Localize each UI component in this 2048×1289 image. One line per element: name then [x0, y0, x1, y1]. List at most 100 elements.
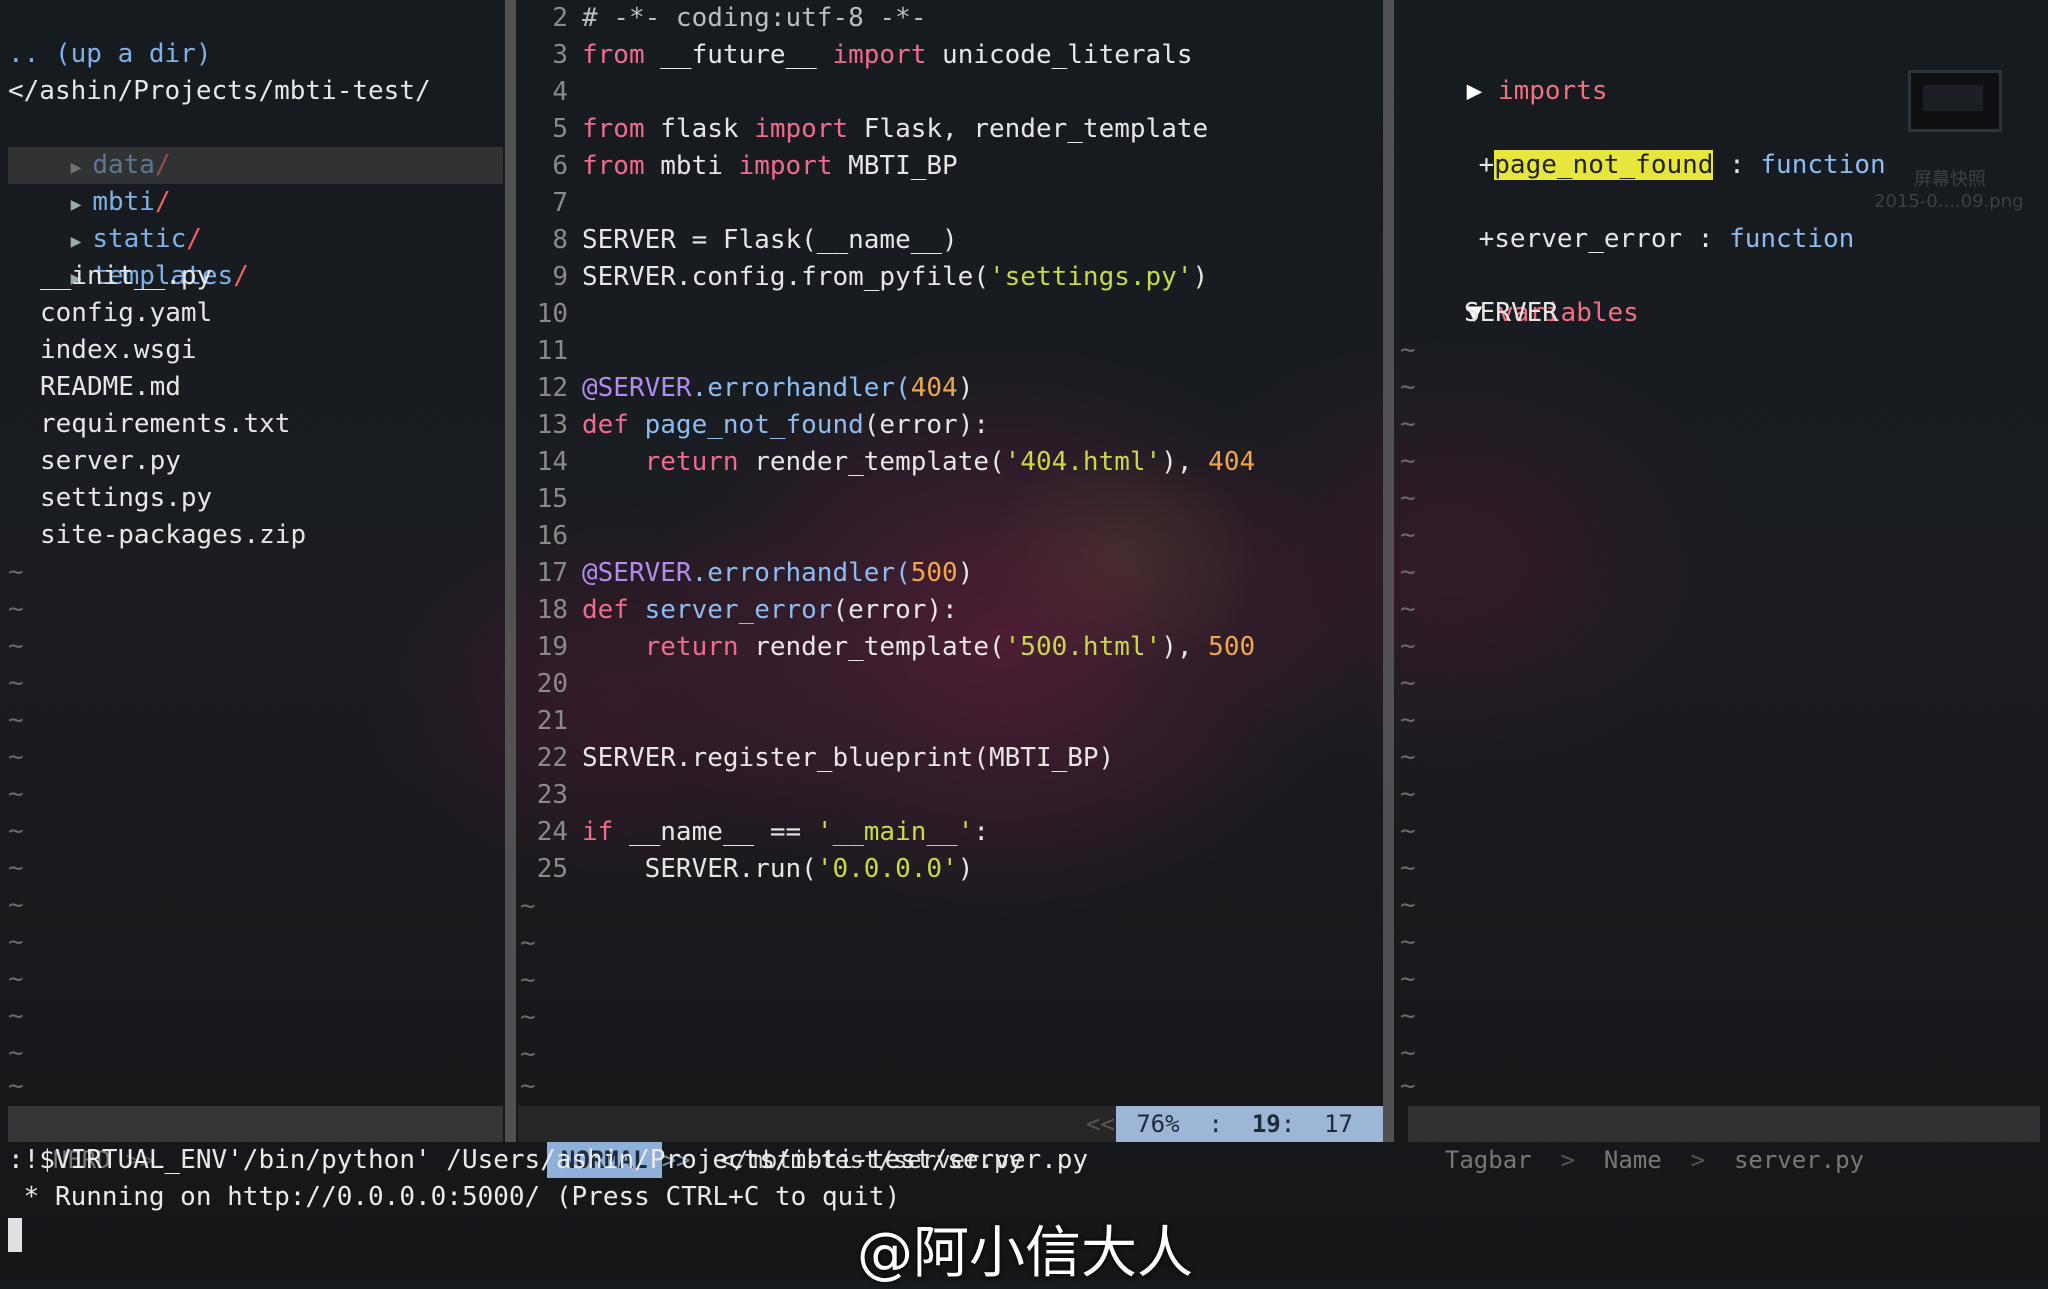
tree-file[interactable]: README.md [40, 369, 181, 406]
tree-file[interactable]: index.wsgi [40, 332, 197, 369]
line-number: 4 [552, 77, 568, 107]
empty-line-marker: ~ [1400, 446, 1416, 476]
empty-line-marker: ~ [1400, 372, 1416, 402]
tree-dir-templates[interactable]: ▶ templates/ [8, 221, 249, 291]
code-line[interactable]: 14 return render_template('404.html'), 4… [516, 444, 1255, 481]
code-line[interactable]: 23 [516, 777, 582, 814]
line-number: 25 [536, 854, 568, 884]
code-line[interactable]: 20 [516, 666, 582, 703]
code-function: .errorhandler( [691, 558, 911, 588]
tree-dir-static[interactable]: ▶ static/ [8, 184, 202, 254]
line-number: 15 [536, 484, 568, 514]
code-keyword: if [582, 817, 614, 847]
code-line[interactable]: 15 [516, 481, 582, 518]
line-number: 9 [552, 262, 568, 292]
code-line[interactable]: 9 SERVER.config.from_pyfile('settings.py'… [516, 259, 1208, 296]
tree-file[interactable]: server.py [40, 443, 181, 480]
empty-line-marker: ~ [1400, 409, 1416, 439]
code-line[interactable]: 10 [516, 296, 582, 333]
empty-line-marker: ~ [1400, 853, 1416, 883]
empty-line-marker: ~ [1400, 594, 1416, 624]
code-keyword: import [754, 114, 849, 144]
tag-section-imports[interactable]: ▶ imports [1404, 36, 1608, 106]
code-line[interactable]: 18 def server_error(error): [516, 592, 958, 629]
cursor-position: 76% : 19: 17 [1116, 1106, 1383, 1142]
tree-dir-data[interactable]: ▶ data/ [8, 110, 171, 180]
nerdtree-pane[interactable]: .. (up a dir) </ashin/Projects/mbti-test… [0, 0, 505, 1106]
statusline-separator: > [1560, 1146, 1575, 1174]
empty-line-marker: ~ [8, 631, 24, 661]
tree-file[interactable]: requirements.txt [40, 406, 290, 443]
empty-line-marker: ~ [1400, 335, 1416, 365]
code-line[interactable]: 11 [516, 333, 582, 370]
empty-line-marker: ~ [8, 890, 24, 920]
watermark: @阿小信大人 [857, 1221, 1193, 1286]
line-number: 18 [536, 595, 568, 625]
code-line[interactable]: 13 def page_not_found(error): [516, 407, 989, 444]
tag-item-server-var[interactable]: SERVER [1464, 295, 1558, 332]
code-line[interactable]: 24 if __name__ == '__main__': [516, 814, 989, 851]
terminal-cursor [8, 1218, 22, 1252]
code-line[interactable]: 17 @SERVER.errorhandler(500) [516, 555, 974, 592]
empty-line-marker: ~ [1400, 964, 1416, 994]
tag-section-label: imports [1497, 76, 1608, 106]
tree-file[interactable]: site-packages.zip [40, 517, 306, 554]
code-line[interactable]: 22 SERVER.register_blueprint(MBTI_BP) [516, 740, 1115, 777]
code-line[interactable]: 6 from mbti import MBTI_BP [516, 148, 957, 185]
code-keyword: import [738, 151, 833, 181]
tag-section-variables[interactable]: ▼ variables [1404, 258, 1639, 328]
code-text: # -*- coding:utf-8 -*- [582, 3, 927, 33]
code-text: (error): [863, 410, 990, 440]
tagbar-statusline: Tagbar > Name > server.py [1408, 1106, 2040, 1174]
code-line[interactable]: 4 [516, 74, 582, 111]
line-number: 6 [552, 151, 568, 181]
line-number: 10 [536, 299, 568, 329]
tree-file[interactable]: __init__.py [40, 258, 212, 295]
tag-name: page_not_found [1494, 150, 1714, 180]
tag-item-page-not-found[interactable]: +page_not_found : function [1416, 110, 1886, 180]
tree-file[interactable]: config.yaml [40, 295, 212, 332]
code-keyword: return [582, 447, 739, 477]
code-line[interactable]: 5 from flask import Flask, render_templat… [516, 111, 1208, 148]
desktop-screenshot-file-icon[interactable] [1908, 70, 2002, 132]
code-line[interactable]: 3 from __future__ import unicode_literals [516, 37, 1192, 74]
empty-line-marker: ~ [1400, 816, 1416, 846]
desktop-file-label: 2015-0....09.png [1874, 191, 2024, 212]
position-separator: : [1208, 1110, 1223, 1138]
empty-line-marker: ~ [8, 779, 24, 809]
command-output: * Running on http://0.0.0.0:5000/ (Press… [8, 1182, 901, 1212]
nerdtree-root-path[interactable]: </ashin/Projects/mbti-test/ [8, 73, 431, 110]
tree-dir-mbti[interactable]: ▶ mbti/ [8, 147, 503, 217]
code-string: '500.html' [1004, 632, 1162, 662]
statusline-label: Tagbar [1444, 1146, 1532, 1174]
vertical-split-divider[interactable] [505, 0, 516, 1142]
up-dir-link[interactable]: .. (up a dir) [8, 36, 212, 73]
tree-file[interactable]: settings.py [40, 480, 212, 517]
vertical-split-divider[interactable] [1383, 0, 1394, 1142]
empty-line-marker: ~ [8, 705, 24, 735]
code-number: 500 [910, 558, 958, 588]
code-line[interactable]: 8 SERVER = Flask(__name__) [516, 222, 958, 259]
empty-line-marker: ~ [1400, 890, 1416, 920]
desktop-file-label: 屏幕快照 [1914, 169, 1986, 190]
command-line-input[interactable]: :!$VIRTUAL_ENV'/bin/python' /Users/ashin… [8, 1142, 1088, 1179]
code-function: page_not_found [628, 410, 864, 440]
code-line[interactable]: 16 [516, 518, 582, 555]
code-line[interactable]: 12 @SERVER.errorhandler(404) [516, 370, 974, 407]
tag-item-server-error[interactable]: +server_error : function [1416, 184, 1855, 254]
code-text: ), [1161, 447, 1209, 477]
code-line[interactable]: 7 [516, 185, 582, 222]
code-line[interactable]: 19 return render_template('500.html'), 5… [516, 629, 1255, 666]
code-line[interactable]: 25 SERVER.run('0.0.0.0') [516, 851, 974, 888]
code-editor-pane[interactable]: 2 # -*- coding:utf-8 -*- 3 from __future__… [516, 0, 1383, 1106]
empty-line-marker: ~ [1400, 668, 1416, 698]
line-number: 16 [536, 521, 568, 551]
code-function: .errorhandler( [691, 373, 911, 403]
empty-line-marker: ~ [8, 742, 24, 772]
code-text: SERVER = Flask(__name__) [582, 225, 958, 255]
statusline-separator: > [1690, 1146, 1706, 1174]
empty-line-marker: ~ [1400, 779, 1416, 809]
empty-line-marker: ~ [1400, 520, 1416, 550]
code-line[interactable]: 2 # -*- coding:utf-8 -*- [516, 0, 926, 37]
code-line[interactable]: 21 [516, 703, 582, 740]
